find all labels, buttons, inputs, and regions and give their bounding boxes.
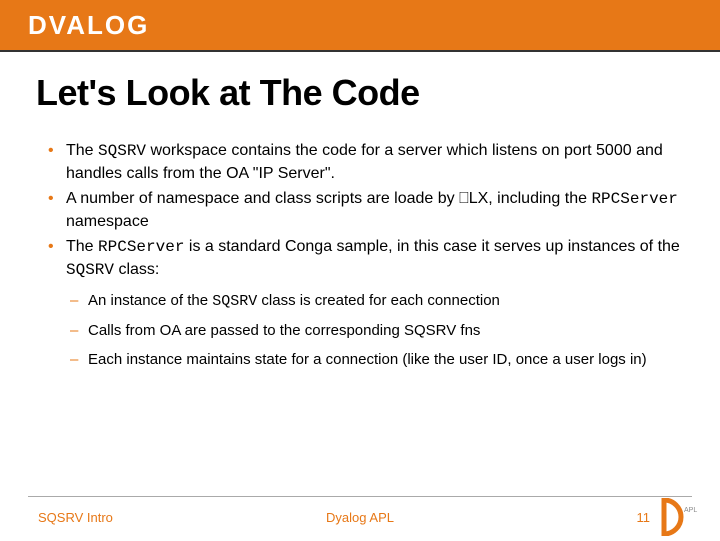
text: namespace [66, 213, 149, 230]
code-text: RPCServer [98, 238, 184, 256]
text: Calls from OA are passed to the correspo… [88, 322, 480, 339]
brand-logo: DVALOG [28, 10, 149, 41]
text: An instance of the [88, 292, 212, 309]
svg-text:APL: APL [684, 507, 697, 514]
code-text: SQSRV [66, 261, 114, 279]
sub-bullet-item: An instance of the SQSRV class is create… [68, 290, 684, 312]
sub-bullet-item: Calls from OA are passed to the correspo… [68, 320, 684, 341]
header-bar: DVALOG [0, 0, 720, 50]
footer-divider [28, 496, 692, 497]
bullet-item: The RPCServer is a standard Conga sample… [44, 236, 684, 369]
text: class: [114, 261, 159, 278]
text: is a standard Conga sample, in this case… [184, 238, 679, 255]
sub-bullet-item: Each instance maintains state for a conn… [68, 349, 684, 370]
footer: SQSRV Intro Dyalog APL 11 APL [0, 496, 720, 540]
bullet-item: The SQSRV workspace contains the code fo… [44, 140, 684, 184]
code-text: RPCServer [591, 190, 677, 208]
footer-left-text: SQSRV Intro [38, 510, 113, 525]
sub-bullet-list: An instance of the SQSRV class is create… [66, 290, 684, 370]
slide-content: Let's Look at The Code The SQSRV workspa… [0, 52, 720, 370]
page-title: Let's Look at The Code [36, 72, 684, 114]
bullet-list: The SQSRV workspace contains the code fo… [36, 140, 684, 370]
text: The [66, 142, 98, 159]
bullet-item: A number of namespace and class scripts … [44, 188, 684, 232]
text: A number of namespace and class scripts … [66, 190, 591, 207]
text: The [66, 238, 98, 255]
page-number: 11 [637, 510, 651, 525]
footer-logo-icon: APL [658, 498, 702, 536]
code-text: SQSRV [212, 293, 257, 310]
footer-center-text: Dyalog APL [326, 510, 394, 525]
code-text: SQSRV [98, 142, 146, 160]
text: Each instance maintains state for a conn… [88, 351, 647, 368]
text: class is created for each connection [257, 292, 500, 309]
text: workspace contains the code for a server… [66, 142, 663, 182]
